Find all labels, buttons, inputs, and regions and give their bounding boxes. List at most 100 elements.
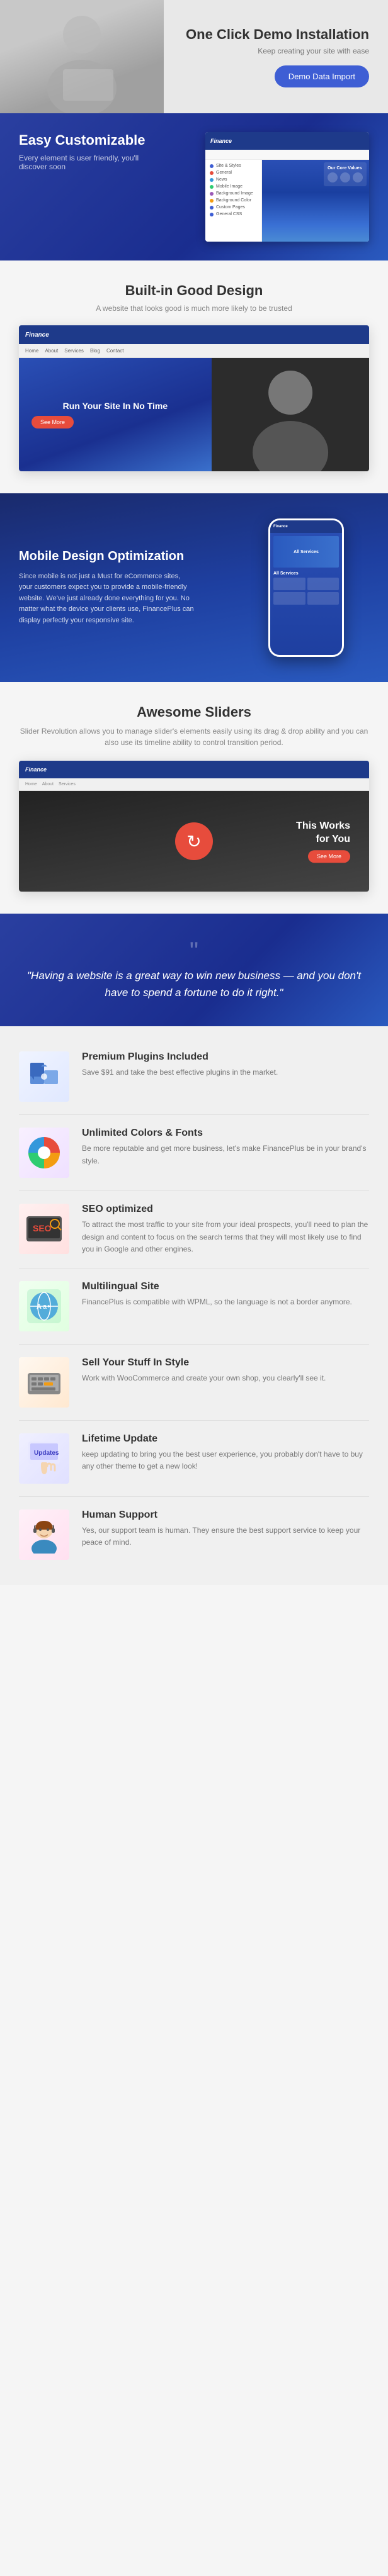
- feature-text-colors: Unlimited Colors & Fonts Be more reputab…: [82, 1128, 369, 1167]
- feature-title-seo: SEO optimized: [82, 1204, 369, 1215]
- mockup-nav-bar: [205, 150, 369, 160]
- mobile-description: Since mobile is not just a Must for eCom…: [19, 571, 195, 627]
- feature-item-multilingual: A a Multilingual Site FinancePlus is com…: [19, 1268, 369, 1345]
- seo-icon: SEO: [25, 1210, 63, 1248]
- feature-item-shop: Sell Your Stuff In Style Work with WooCo…: [19, 1345, 369, 1421]
- mockup-sidebar: Site & Styles General News Mobile Image …: [205, 160, 262, 242]
- nav-item: Home: [25, 782, 37, 787]
- feature-text-seo: SEO optimized To attract the most traffi…: [82, 1204, 369, 1255]
- design-mockup-body: Run Your Site In No Time See More: [19, 358, 369, 471]
- phone-banner: All Services: [273, 536, 339, 568]
- design-title: Built-in Good Design: [19, 283, 369, 299]
- slider-mockup-header: Finance: [19, 761, 369, 778]
- phone-brand: Finance: [273, 525, 288, 529]
- hero-title: One Click Demo Installation: [186, 26, 369, 43]
- feature-icon-support: [19, 1509, 69, 1560]
- design-subtitle: A website that looks good is much more l…: [19, 304, 369, 313]
- mobile-phone-area: Finance All Services All Services: [243, 518, 369, 657]
- slider-see-more-btn[interactable]: See More: [308, 850, 350, 863]
- mobile-section: Mobile Design Optimization Since mobile …: [0, 493, 388, 682]
- nav-item: About: [42, 782, 54, 787]
- phone-service-title: All Services: [273, 571, 339, 576]
- easy-subtitle: Every element is user friendly, you'll d…: [19, 154, 145, 171]
- easy-text-block: Easy Customizable Every element is user …: [19, 132, 180, 171]
- phone-mockup: Finance All Services All Services: [268, 518, 344, 657]
- translate-icon: A a: [25, 1287, 63, 1325]
- mockup-brand: Finance: [210, 138, 232, 144]
- service-item-4: [307, 592, 340, 605]
- core-values-title: Our Core Values: [328, 166, 363, 171]
- feature-title-support: Human Support: [82, 1509, 369, 1521]
- svg-text:a: a: [43, 1303, 47, 1311]
- svg-text:A: A: [37, 1303, 42, 1311]
- human-support-icon: [25, 1516, 63, 1554]
- easy-mockup-area: Finance Site & Styles General News Mobil…: [180, 132, 369, 242]
- sliders-section: Awesome Sliders Slider Revolution allows…: [0, 682, 388, 914]
- hero-person-image: [0, 0, 164, 113]
- feature-desc-colors: Be more reputable and get more business,…: [82, 1143, 369, 1167]
- feature-desc-support: Yes, our support team is human. They ens…: [82, 1525, 369, 1548]
- demo-import-button[interactable]: Demo Data Import: [275, 65, 369, 87]
- feature-text-multilingual: Multilingual Site FinancePlus is compati…: [82, 1281, 352, 1308]
- service-item-1: [273, 578, 305, 590]
- design-section: Built-in Good Design A website that look…: [0, 260, 388, 493]
- hero-subtitle: Keep creating your site with ease: [186, 47, 369, 55]
- feature-item-colors: Unlimited Colors & Fonts Be more reputab…: [19, 1115, 369, 1191]
- sidebar-item: Site & Styles: [208, 162, 259, 169]
- quote-section: " "Having a website is a great way to wi…: [0, 914, 388, 1026]
- phone-header: Finance: [270, 520, 342, 533]
- nav-item: Blog: [90, 348, 100, 354]
- feature-title-update: Lifetime Update: [82, 1433, 369, 1445]
- lifetime-update-icon: Updates: [25, 1440, 63, 1477]
- feature-desc-update: keep updating to bring you the best user…: [82, 1448, 369, 1472]
- phone-service-items: [273, 578, 339, 605]
- phone-banner-text: All Services: [294, 550, 319, 554]
- mockup-overlay: Our Core Values: [262, 160, 369, 242]
- design-brand: Finance: [25, 332, 49, 339]
- design-banner: Run Your Site In No Time See More: [19, 358, 212, 471]
- core-icons-row: [328, 172, 363, 182]
- easy-customizable-section: Easy Customizable Every element is user …: [0, 113, 388, 260]
- feature-icon-colors: [19, 1128, 69, 1178]
- slider-brand: Finance: [25, 766, 47, 773]
- feature-item-plugins: Premium Plugins Included Save $91 and ta…: [19, 1039, 369, 1115]
- feature-title-plugins: Premium Plugins Included: [82, 1051, 278, 1063]
- nav-item: Services: [64, 348, 84, 354]
- slider-mockup: Finance Home About Services ↻ This Works…: [19, 761, 369, 892]
- feature-icon-update: Updates: [19, 1433, 69, 1484]
- slider-refresh-icon: ↻: [175, 822, 213, 860]
- design-banner-text: Run Your Site In No Time: [31, 401, 199, 411]
- feature-text-support: Human Support Yes, our support team is h…: [82, 1509, 369, 1548]
- sidebar-item: Background Color: [208, 197, 259, 204]
- nav-item: Services: [59, 782, 76, 787]
- slider-mockup-nav: Home About Services: [19, 778, 369, 791]
- feature-text-plugins: Premium Plugins Included Save $91 and ta…: [82, 1051, 278, 1078]
- sidebar-item: Mobile Image: [208, 183, 259, 190]
- mobile-title: Mobile Design Optimization: [19, 549, 243, 564]
- phone-body: All Services All Services: [270, 533, 342, 655]
- sliders-title: Awesome Sliders: [19, 704, 369, 720]
- hero-section: One Click Demo Installation Keep creatin…: [0, 0, 388, 113]
- feature-icon-plugins: [19, 1051, 69, 1102]
- feature-item-update: Updates Lifetime Update keep updating to…: [19, 1421, 369, 1497]
- nav-item: Home: [25, 348, 38, 354]
- quote-marks: ": [190, 939, 198, 964]
- feature-desc-multilingual: FinancePlus is compatible with WPML, so …: [82, 1296, 352, 1308]
- design-person: [212, 358, 369, 471]
- phone-screen: Finance All Services All Services: [270, 520, 342, 655]
- feature-title-multilingual: Multilingual Site: [82, 1281, 352, 1292]
- mockup-main-area: Our Core Values: [262, 160, 369, 242]
- feature-item-support: Human Support Yes, our support team is h…: [19, 1497, 369, 1572]
- feature-item-seo: SEO SEO optimized To attract the most tr…: [19, 1191, 369, 1268]
- feature-desc-plugins: Save $91 and take the best effective plu…: [82, 1067, 278, 1078]
- features-section: Premium Plugins Included Save $91 and ta…: [0, 1026, 388, 1585]
- core-icon-3: [353, 172, 363, 182]
- feature-icon-seo: SEO: [19, 1204, 69, 1254]
- feature-desc-shop: Work with WooCommerce and create your ow…: [82, 1372, 326, 1384]
- sliders-description: Slider Revolution allows you to manage s…: [19, 725, 369, 748]
- feature-desc-seo: To attract the most traffic to your site…: [82, 1219, 369, 1255]
- feature-icon-multilingual: A a: [19, 1281, 69, 1331]
- sidebar-item: General: [208, 169, 259, 176]
- easy-title: Easy Customizable: [19, 132, 180, 148]
- design-see-more-btn[interactable]: See More: [31, 416, 74, 428]
